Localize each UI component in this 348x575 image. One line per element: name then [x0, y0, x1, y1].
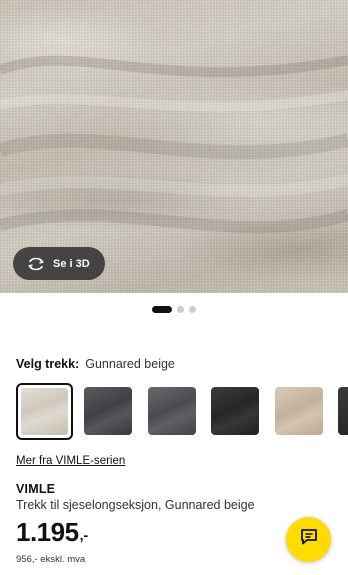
selector-label: Velg trekk:	[16, 357, 80, 371]
cover-swatch-list	[16, 383, 348, 441]
swatch-medium-grey[interactable]	[148, 387, 196, 435]
series-link[interactable]: Mer fra VIMLE-serien	[16, 455, 125, 467]
selected-cover-value: Gunnared beige	[85, 357, 175, 371]
carousel-dot[interactable]	[152, 306, 172, 313]
product-image[interactable]: Se i 3D	[0, 0, 348, 293]
view-3d-label: Se i 3D	[53, 257, 90, 270]
price-ex-vat: 956,- ekskl. mva	[16, 554, 86, 565]
chat-icon	[299, 527, 319, 552]
chat-button[interactable]	[286, 517, 331, 562]
swatch-dark-grey[interactable]	[84, 387, 132, 435]
carousel-dot[interactable]	[177, 306, 184, 313]
swatch-gunnared-beige[interactable]	[16, 383, 73, 440]
product-name: VIMLE	[16, 482, 56, 496]
view-3d-button[interactable]: Se i 3D	[13, 247, 105, 280]
product-price: 1.195 ,-	[16, 517, 88, 547]
swatch-beige[interactable]	[275, 387, 323, 435]
swatch-dark[interactable]	[338, 387, 348, 435]
swatch-black[interactable]	[211, 387, 259, 435]
price-suffix: ,-	[79, 527, 89, 543]
price-amount: 1.195	[16, 517, 79, 547]
carousel-dot[interactable]	[189, 306, 196, 313]
rotate-3d-icon	[27, 257, 45, 271]
product-description: Trekk til sjeselongseksjon, Gunnared bei…	[16, 498, 255, 512]
carousel-indicator	[0, 306, 348, 313]
cover-selector-label: Velg trekk: Gunnared beige	[16, 357, 175, 371]
